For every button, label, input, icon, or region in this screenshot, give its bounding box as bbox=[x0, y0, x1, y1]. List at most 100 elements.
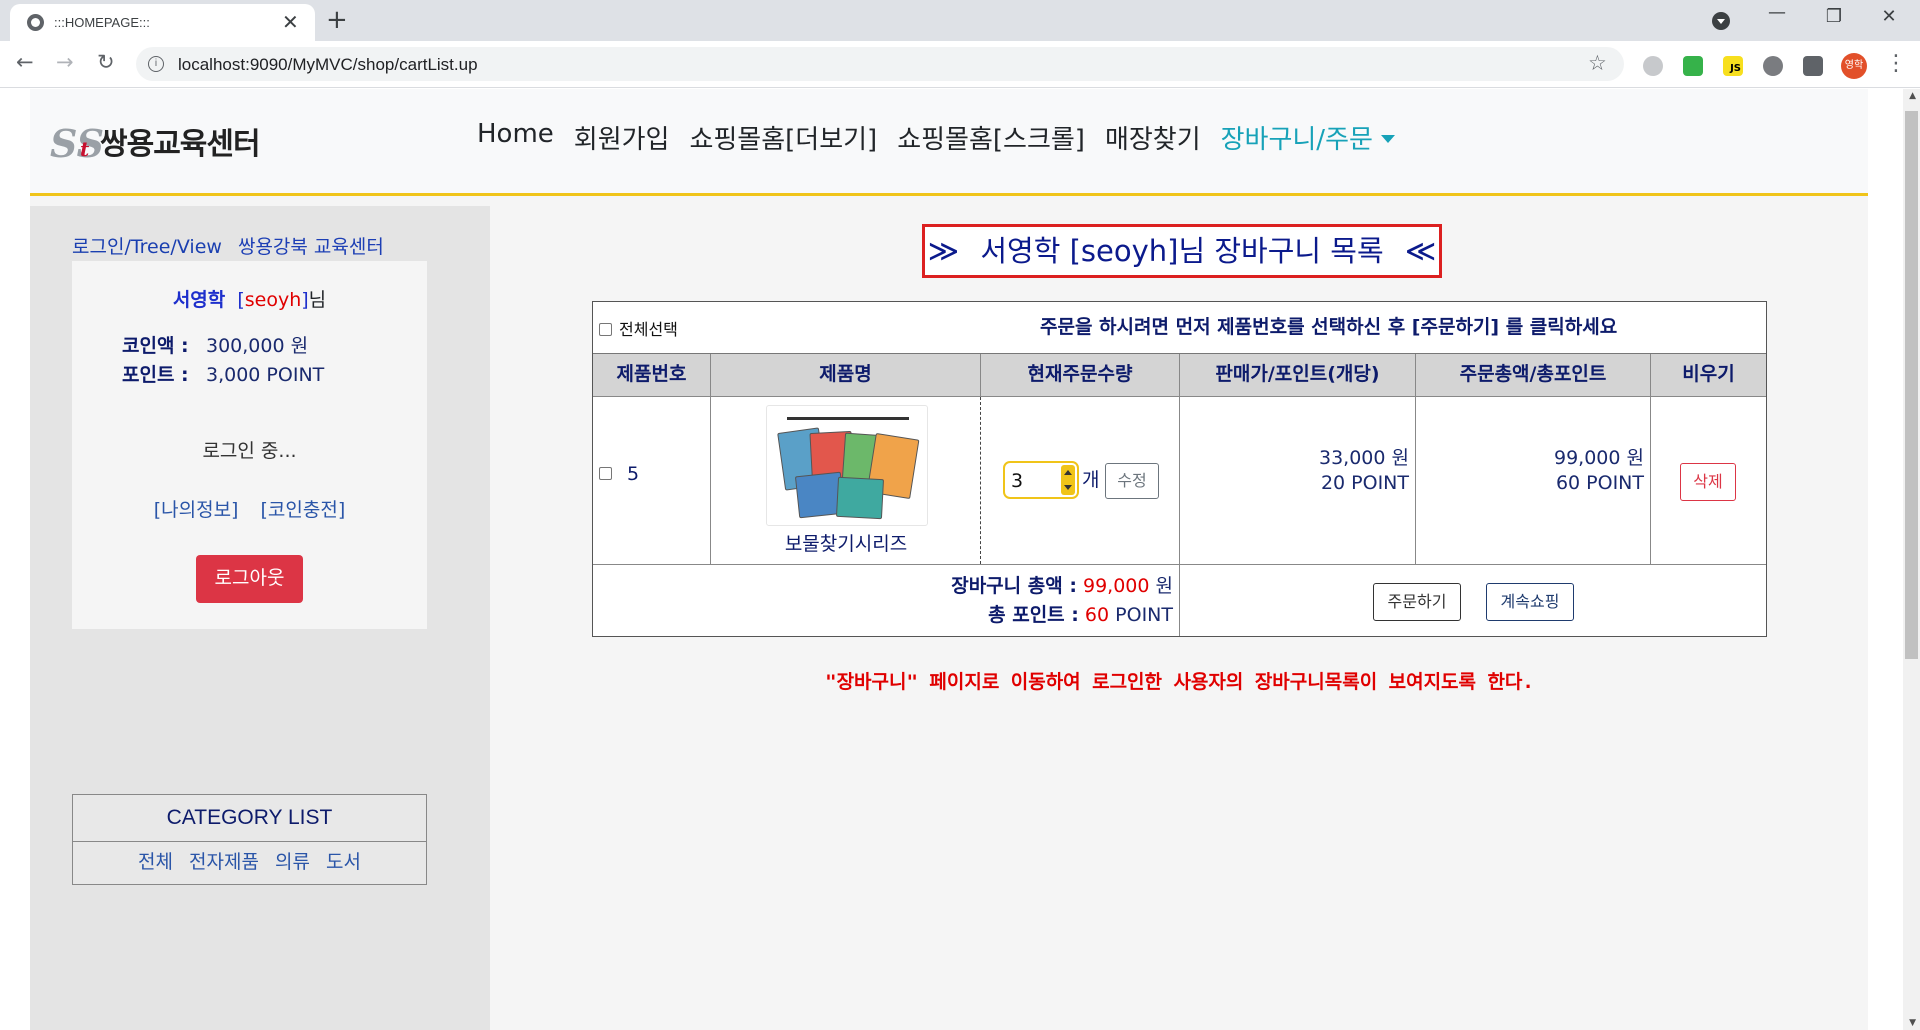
profile-avatar[interactable]: 영학 bbox=[1841, 53, 1867, 79]
address-bar[interactable]: i localhost:9090/MyMVC/shop/cartList.up … bbox=[136, 47, 1624, 81]
cell-product-name: 보물찾기시리즈 bbox=[711, 397, 981, 564]
nav-register[interactable]: 회원가입 bbox=[574, 119, 670, 156]
puzzle-extensions-icon[interactable] bbox=[1803, 56, 1823, 76]
user-name: 서영학 bbox=[172, 289, 226, 311]
cart-total-unit: 원 bbox=[1155, 575, 1173, 597]
restore-icon[interactable]: ❐ bbox=[1819, 6, 1849, 27]
total-point: 60 POINT bbox=[1555, 472, 1644, 494]
url-text[interactable]: localhost:9090/MyMVC/shop/cartList.up bbox=[178, 55, 478, 75]
col-header-product-name: 제품명 bbox=[711, 354, 981, 396]
quantity-input[interactable] bbox=[1011, 468, 1051, 494]
info-icon[interactable]: i bbox=[148, 56, 164, 72]
more-menu-icon[interactable]: ⋮ bbox=[1885, 51, 1907, 76]
col-header-unit-price: 판매가/포인트(개당) bbox=[1180, 354, 1416, 396]
category-item-clothing[interactable]: 의류 bbox=[275, 851, 310, 873]
row-select-checkbox[interactable] bbox=[599, 467, 612, 480]
book-cover bbox=[835, 476, 885, 520]
select-all-label: 전체선택 bbox=[619, 320, 678, 339]
user-id: seoyh bbox=[244, 289, 302, 311]
js-extension-icon[interactable]: JS bbox=[1723, 56, 1743, 76]
page-container: SS t 쌍용교육센터 Home 회원가입 쇼핑몰홈[더보기] 쇼핑몰홈[스크롤… bbox=[30, 89, 1868, 1030]
my-info-link[interactable]: [나의정보] bbox=[154, 499, 239, 521]
page-viewport: SS t 쌍용교육센터 Home 회원가입 쇼핑몰홈[더보기] 쇼핑몰홈[스크롤… bbox=[0, 89, 1920, 1030]
new-tab-plus-icon[interactable]: + bbox=[326, 6, 348, 34]
close-icon[interactable]: ✕ bbox=[282, 11, 299, 33]
center-link[interactable]: 쌍용강북 교육센터 bbox=[238, 236, 384, 258]
reload-icon[interactable]: ↻ bbox=[97, 50, 115, 74]
category-title: CATEGORY LIST bbox=[73, 795, 426, 842]
product-no: 5 bbox=[627, 463, 640, 485]
cell-quantity: 개 수정 bbox=[981, 397, 1180, 564]
login-status: 로그인 중... bbox=[202, 440, 297, 462]
sidebar-links: 로그인/Tree/View 쌍용강북 교육센터 bbox=[72, 232, 384, 259]
point-row: 포인트 : 3,000 POINT bbox=[122, 360, 324, 387]
cart-point-unit: POINT bbox=[1115, 604, 1173, 626]
cart-top-row: 전체선택 주문을 하시려면 먼저 제품번호를 선택하신 후 [주문하기] 를 클… bbox=[593, 302, 1766, 354]
product-image[interactable] bbox=[766, 405, 928, 526]
back-arrow-icon[interactable]: ← bbox=[16, 50, 34, 74]
delete-button[interactable]: 삭제 bbox=[1680, 463, 1736, 501]
cell-unit-price: 33,000 원 20 POINT bbox=[1180, 397, 1416, 564]
window-close-icon[interactable]: ✕ bbox=[1874, 6, 1904, 27]
logout-button[interactable]: 로그아웃 bbox=[196, 555, 303, 603]
order-button[interactable]: 주문하기 bbox=[1373, 583, 1461, 621]
browser-tab-strip: :::HOMEPAGE::: ✕ + — ❐ ✕ bbox=[0, 0, 1920, 41]
tab-search-chevron-down-icon[interactable] bbox=[1712, 12, 1730, 30]
unit-price: 33,000 원 bbox=[1318, 447, 1409, 469]
cart-point-value: 60 bbox=[1084, 604, 1110, 626]
site-logo[interactable]: SS t 쌍용교육센터 bbox=[50, 119, 261, 166]
coin-label: 코인액 : bbox=[122, 335, 189, 357]
coin-charge-link[interactable]: [코인충전] bbox=[261, 499, 346, 521]
globe-icon bbox=[27, 14, 44, 31]
total-price: 99,000 원 bbox=[1553, 447, 1644, 469]
user-id-close: ] bbox=[301, 289, 309, 311]
scrollbar-thumb[interactable] bbox=[1905, 111, 1918, 659]
browser-tab[interactable]: :::HOMEPAGE::: ✕ bbox=[10, 4, 315, 41]
nav-home[interactable]: Home bbox=[477, 119, 554, 156]
spinner-arrows-icon[interactable] bbox=[1061, 465, 1075, 495]
minimize-icon[interactable]: — bbox=[1762, 2, 1792, 23]
bookmark-star-icon[interactable]: ☆ bbox=[1588, 51, 1607, 75]
point-value: 3,000 POINT bbox=[206, 364, 325, 386]
nav-shop-scroll[interactable]: 쇼핑몰홈[스크롤] bbox=[897, 119, 1085, 156]
scroll-down-icon[interactable]: ▼ bbox=[1909, 1018, 1916, 1028]
edit-quantity-button[interactable]: 수정 bbox=[1105, 463, 1159, 499]
cart-total-line: 장바구니 총액 : 99,000 원 bbox=[951, 571, 1173, 598]
category-item-books[interactable]: 도서 bbox=[326, 851, 361, 873]
cart-summary: 장바구니 총액 : 99,000 원 총 포인트 : 60 POINT bbox=[593, 565, 1180, 636]
nav-store-finder[interactable]: 매장찾기 bbox=[1105, 119, 1201, 156]
category-item-electronics[interactable]: 전자제품 bbox=[189, 851, 259, 873]
cell-product-no: 5 bbox=[593, 397, 711, 564]
cart-instruction: 주문을 하시려면 먼저 제품번호를 선택하신 후 [주문하기] 를 클릭하세요 bbox=[1040, 316, 1618, 338]
product-name[interactable]: 보물찾기시리즈 bbox=[711, 529, 981, 556]
cart-summary-row: 장바구니 총액 : 99,000 원 총 포인트 : 60 POINT 주문하기… bbox=[593, 565, 1766, 636]
cart-table: 전체선택 주문을 하시려면 먼저 제품번호를 선택하신 후 [주문하기] 를 클… bbox=[592, 301, 1767, 637]
nav-cart-order[interactable]: 장바구니/주문 bbox=[1221, 119, 1395, 156]
vertical-scrollbar[interactable]: ▲ ▼ bbox=[1903, 89, 1920, 1030]
nav-cart-order-label: 장바구니/주문 bbox=[1220, 125, 1373, 155]
logo-mark-t: t bbox=[80, 137, 90, 161]
main-nav: Home 회원가입 쇼핑몰홈[더보기] 쇼핑몰홈[스크롤] 매장찾기 장바구니/… bbox=[477, 119, 1415, 156]
select-all[interactable]: 전체선택 bbox=[599, 316, 678, 340]
forward-arrow-icon[interactable]: → bbox=[56, 50, 74, 74]
unit-point: 20 POINT bbox=[1320, 472, 1409, 494]
continue-shopping-button[interactable]: 계속쇼핑 bbox=[1486, 583, 1574, 621]
login-tree-view-link[interactable]: 로그인/Tree/View bbox=[72, 236, 222, 258]
quantity-stepper[interactable] bbox=[1003, 461, 1079, 499]
quantity-unit: 개 bbox=[1082, 469, 1100, 491]
select-all-checkbox[interactable] bbox=[599, 323, 612, 336]
extension-icon[interactable] bbox=[1683, 56, 1703, 76]
double-chevron-right-icon: ≫ bbox=[927, 234, 960, 269]
extension-icon[interactable] bbox=[1643, 56, 1663, 76]
point-label: 포인트 : bbox=[122, 364, 189, 386]
col-header-quantity: 현재주문수량 bbox=[981, 354, 1180, 396]
category-item-all[interactable]: 전체 bbox=[138, 851, 173, 873]
double-chevron-left-icon: ≪ bbox=[1404, 234, 1437, 269]
user-info-box: 서영학 [seoyh]님 코인액 : 300,000 원 포인트 : 3,000 P… bbox=[72, 261, 427, 629]
bug-extension-icon[interactable] bbox=[1763, 56, 1783, 76]
coin-value: 300,000 원 bbox=[206, 335, 309, 357]
nav-shop-more[interactable]: 쇼핑몰홈[더보기] bbox=[689, 119, 877, 156]
cart-table-header: 제품번호 제품명 현재주문수량 판매가/포인트(개당) 주문총액/총포인트 비우… bbox=[593, 354, 1766, 397]
scroll-up-icon[interactable]: ▲ bbox=[1909, 91, 1916, 101]
category-items: 전체 전자제품 의류 도서 bbox=[73, 842, 426, 882]
